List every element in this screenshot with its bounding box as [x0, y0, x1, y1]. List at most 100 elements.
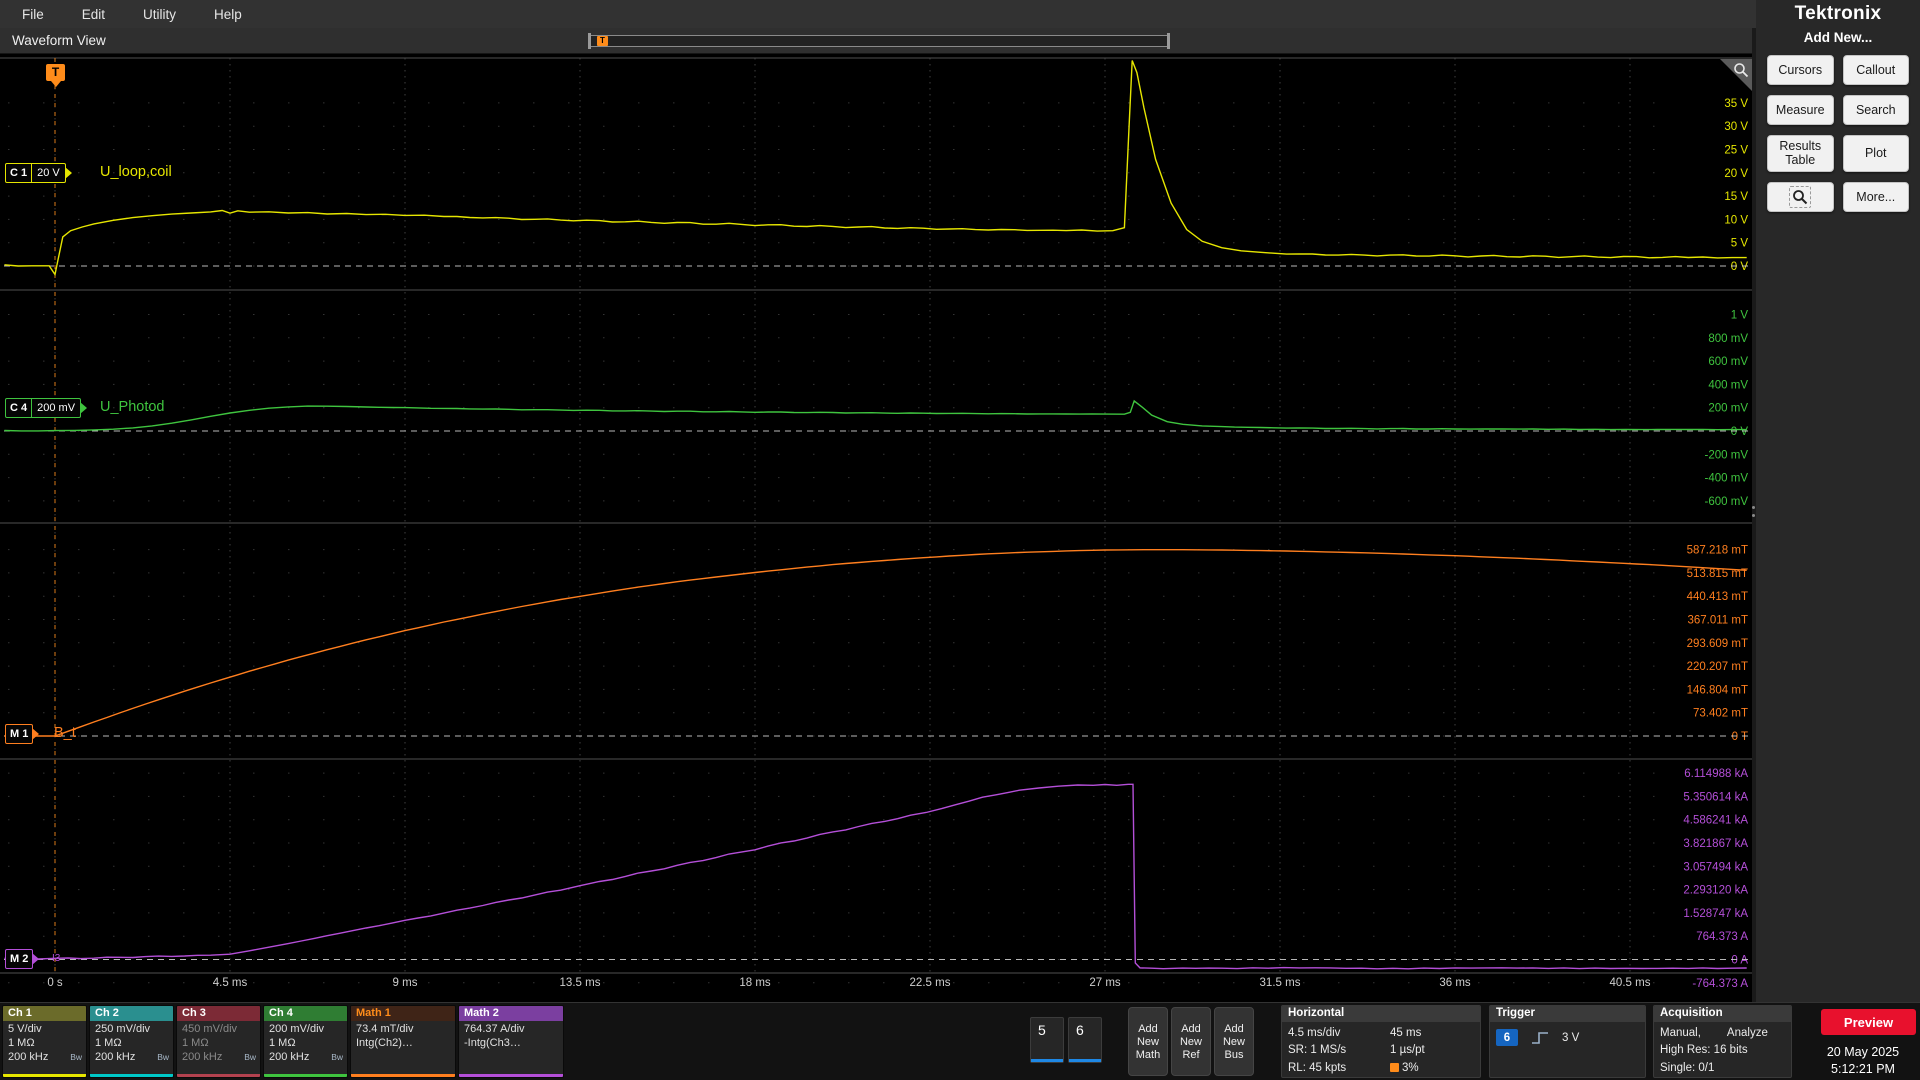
channel-bandwidth: 200 kHz Bw — [269, 1050, 343, 1063]
menu-item-help[interactable]: Help — [214, 7, 242, 22]
scale-label: 0 V — [1731, 261, 1749, 273]
scale-label: 1.528747 kA — [1683, 908, 1748, 920]
scale-label: 5.350614 kA — [1683, 791, 1748, 803]
math-badge-math2[interactable]: Math 2 764.37 A/div -Intg(Ch3… — [458, 1005, 564, 1078]
channel-name: Ch 4 — [264, 1006, 347, 1021]
trigger-level: 3 V — [1562, 1031, 1580, 1044]
waveform-traces-svg[interactable]: 35 V 30 V 25 V 20 V 15 V 10 V 5 V 0 V 1 V 800 mV 6… — [0, 54, 1752, 1002]
scale-label: 2.293120 kA — [1683, 885, 1748, 897]
channel-scale: 250 mV/div — [95, 1022, 151, 1035]
waveform-plot-area[interactable]: 35 V 30 V 25 V 20 V 15 V 10 V 5 V 0 V 1 V 800 mV 6… — [0, 54, 1756, 1002]
add-results-table-button[interactable]: Results Table — [1767, 135, 1834, 172]
scale-label: 764.373 A — [1696, 931, 1748, 943]
channel-badge-c1[interactable]: C 1 20 V — [5, 163, 66, 183]
channel-badge-ch1[interactable]: Ch 1 5 V/div 1 MΩ 200 kHz Bw — [2, 1005, 87, 1078]
scale-label: 15 V — [1724, 191, 1748, 203]
channel-scale: 450 mV/div — [182, 1022, 238, 1035]
menu-item-edit[interactable]: Edit — [82, 7, 105, 22]
channel-badge-ch3[interactable]: Ch 3 450 mV/div 1 MΩ 200 kHz Bw — [176, 1005, 261, 1078]
trigger-indicator-flag[interactable]: T — [46, 64, 65, 81]
trace-c1[interactable] — [4, 60, 1747, 277]
horizontal-position-slider[interactable]: T — [588, 33, 1170, 49]
zoom-mode-button[interactable] — [1767, 181, 1834, 212]
channel-badge-scale: 200 mV — [31, 399, 80, 417]
trace-m2[interactable] — [4, 783, 1747, 970]
add-plot-button[interactable]: Plot — [1842, 135, 1909, 172]
add-new-ref-button[interactable]: Add New Ref — [1171, 1007, 1211, 1076]
math-name: Math 1 — [351, 1006, 455, 1021]
channel-color-line — [90, 1074, 173, 1077]
acquisition-panel[interactable]: Acquisition Manual, Analyze High Res: 16… — [1653, 1005, 1792, 1078]
trace-label-m2: I3 — [52, 953, 61, 964]
acquisition-analyze: Analyze — [1726, 1027, 1768, 1039]
scale-label: 800 mV — [1708, 333, 1748, 345]
math-badge-id: M 1 — [10, 728, 29, 740]
magnifier-icon — [1734, 63, 1749, 78]
scale-label: 6.114988 kA — [1684, 768, 1748, 780]
acquisition-detail: High Res: 16 bits — [1660, 1044, 1748, 1057]
trigger-position-marker[interactable]: T — [597, 36, 608, 46]
channel-impedance: 1 MΩ — [8, 1036, 35, 1049]
channel-name: Ch 2 — [90, 1006, 173, 1021]
tektronix-logo: Tektronix — [1794, 3, 1882, 24]
channel-bandwidth: 200 kHz Bw — [182, 1050, 256, 1063]
add-new-math-button[interactable]: Add New Math — [1128, 1007, 1168, 1076]
menu-item-utility[interactable]: Utility — [143, 7, 176, 22]
channel-box-5[interactable]: 5 — [1030, 1017, 1064, 1063]
scale-label: 4.586241 kA — [1683, 815, 1748, 827]
channel-box-6[interactable]: 6 — [1068, 1017, 1102, 1063]
add-measure-button[interactable]: Measure — [1767, 95, 1834, 125]
channel-impedance: 1 MΩ — [95, 1036, 122, 1049]
channel-bandwidth: 200 kHz Bw — [95, 1050, 169, 1063]
channel-badge-id: C 1 — [10, 167, 28, 179]
waveform-view-titlebar: Waveform View T — [0, 28, 1756, 54]
math-name: Math 2 — [459, 1006, 563, 1021]
add-new-bus-button[interactable]: Add New Bus — [1214, 1007, 1254, 1076]
math-expression: -Intg(Ch3… — [464, 1036, 521, 1049]
menu-item-file[interactable]: File — [22, 7, 44, 22]
sample-resolution: 1 µs/pt — [1390, 1044, 1425, 1057]
scale-label: 30 V — [1724, 121, 1748, 133]
scale-label: 587.218 mT — [1687, 545, 1748, 557]
scale-label: -600 mV — [1705, 496, 1749, 508]
scale-label: 35 V — [1724, 98, 1748, 110]
math-badge-m1[interactable]: M 1 — [5, 724, 34, 744]
preview-button[interactable]: Preview — [1821, 1009, 1916, 1035]
scale-label: 25 V — [1724, 145, 1748, 157]
channel-name: Ch 3 — [177, 1006, 260, 1021]
scale-label: -400 mV — [1705, 473, 1749, 485]
add-search-button[interactable]: Search — [1842, 95, 1909, 125]
acquisition-mode: Manual, — [1660, 1027, 1701, 1039]
channel-badge-c4[interactable]: C 4 200 mV — [5, 398, 82, 418]
x-axis-label: 18 ms — [739, 977, 771, 989]
scale-label: 220.207 mT — [1687, 661, 1748, 673]
bandwidth-limit-icon: Bw — [244, 1051, 256, 1062]
menu-bar: File Edit Utility Help — [0, 0, 1756, 28]
math-badge-id: M 2 — [10, 953, 29, 965]
channel-scale: 5 V/div — [8, 1022, 42, 1035]
scale-label: 0 V — [1731, 426, 1749, 438]
x-axis-label: 13.5 ms — [560, 977, 601, 989]
bottom-settings-bar: Ch 1 5 V/div 1 MΩ 200 kHz Bw Ch 2 250 mV… — [0, 1002, 1920, 1080]
channel-badge-ch2[interactable]: Ch 2 250 mV/div 1 MΩ 200 kHz Bw — [89, 1005, 174, 1078]
add-new-button-grid: Cursors Callout Measure Search Results T… — [1756, 55, 1920, 212]
add-cursors-button[interactable]: Cursors — [1767, 55, 1834, 85]
time-text: 5:12:21 PM — [1831, 1061, 1895, 1076]
magnifier-icon — [1789, 185, 1812, 208]
more-button[interactable]: More... — [1842, 181, 1909, 212]
trigger-position-icon — [1390, 1062, 1399, 1072]
rising-edge-icon — [1532, 1031, 1548, 1044]
add-callout-button[interactable]: Callout — [1842, 55, 1909, 85]
horizontal-span: 45 ms — [1390, 1027, 1422, 1039]
trace-m1[interactable] — [4, 549, 1747, 737]
waveform-view-title: Waveform View — [12, 33, 106, 48]
channel-badge-ch4[interactable]: Ch 4 200 mV/div 1 MΩ 200 kHz Bw — [263, 1005, 348, 1078]
acquisition-panel-title: Acquisition — [1654, 1006, 1791, 1022]
math-badge-math1[interactable]: Math 1 73.4 mT/div Intg(Ch2)… — [350, 1005, 456, 1078]
math-badge-m2[interactable]: M 2 — [5, 949, 34, 969]
scale-label: 73.402 mT — [1693, 708, 1748, 720]
trace-c4[interactable] — [4, 399, 1747, 432]
trace-label-m1: B_t — [54, 725, 76, 741]
horizontal-panel[interactable]: Horizontal 4.5 ms/div 45 ms SR: 1 MS/s 1… — [1281, 1005, 1481, 1078]
trigger-panel[interactable]: Trigger 6 3 V — [1489, 1005, 1646, 1078]
